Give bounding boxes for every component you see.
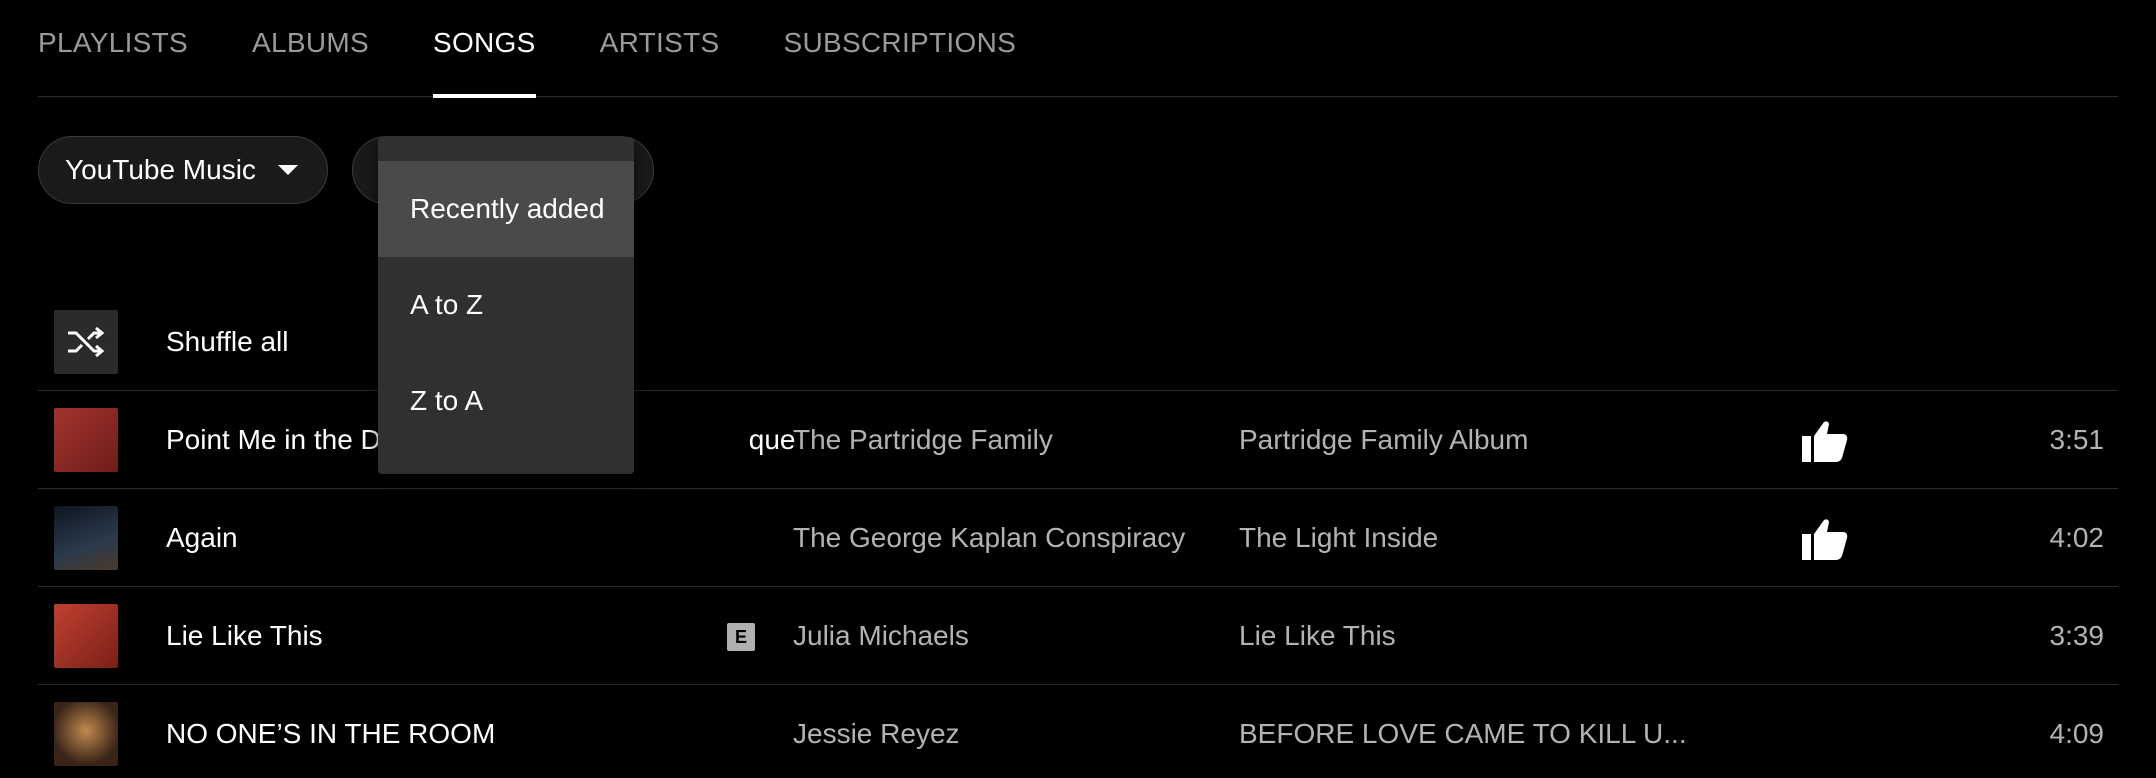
song-artist[interactable]: The George Kaplan Conspiracy (793, 489, 1185, 587)
song-duration: 4:09 (2049, 718, 2105, 749)
chevron-down-icon (277, 165, 298, 175)
album-art[interactable] (54, 702, 118, 766)
explicit-badge: E (727, 623, 755, 651)
song-row[interactable]: NO ONE’S IN THE ROOM Jessie Reyez BEFORE… (38, 685, 2118, 778)
song-album[interactable]: BEFORE LOVE CAME TO KILL U... (1239, 685, 1687, 778)
shuffle-icon[interactable] (54, 310, 118, 374)
song-list: Shuffle all Point Me in the D que The Pa… (38, 293, 2118, 778)
shuffle-all-row[interactable]: Shuffle all (38, 293, 2118, 391)
sort-menu: Recently added A to Z Z to A (378, 137, 634, 474)
song-duration: 4:02 (2049, 522, 2105, 553)
source-filter-label: YouTube Music (65, 154, 256, 185)
album-art[interactable] (54, 506, 118, 570)
thumbs-up-icon[interactable] (1802, 420, 1848, 462)
tab-songs[interactable]: SONGS (432, 0, 536, 98)
song-title[interactable]: Again (166, 489, 238, 587)
song-row[interactable]: Again The George Kaplan Conspiracy The L… (38, 489, 2118, 587)
song-album[interactable]: Lie Like This (1239, 587, 1396, 685)
song-title-text: Point Me in the D (166, 424, 381, 455)
library-tabs: PLAYLISTS ALBUMS SONGS ARTISTS SUBSCRIPT… (38, 0, 2118, 98)
song-album[interactable]: The Light Inside (1239, 489, 1438, 587)
song-artist[interactable]: Julia Michaels (793, 587, 969, 685)
song-album[interactable]: Partridge Family Album (1239, 391, 1528, 489)
source-filter-dropdown[interactable]: YouTube Music (38, 136, 328, 204)
sort-option-recently-added[interactable]: Recently added (378, 161, 634, 257)
sort-option-a-to-z[interactable]: A to Z (378, 257, 634, 353)
sort-option-z-to-a[interactable]: Z to A (378, 353, 634, 449)
song-duration: 3:51 (2049, 424, 2105, 455)
tab-artists[interactable]: ARTISTS (600, 0, 720, 97)
song-row[interactable]: Point Me in the D que The Partridge Fami… (38, 391, 2118, 489)
album-art[interactable] (54, 408, 118, 472)
song-title[interactable]: Lie Like This (166, 587, 323, 685)
song-row[interactable]: Lie Like This E Julia Michaels Lie Like … (38, 587, 2118, 685)
album-art[interactable] (54, 604, 118, 668)
song-title-tail: que (748, 424, 796, 455)
tab-albums[interactable]: ALBUMS (252, 0, 369, 97)
shuffle-all-label[interactable]: Shuffle all (166, 293, 288, 391)
thumbs-up-icon[interactable] (1802, 518, 1848, 560)
song-artist[interactable]: Jessie Reyez (793, 685, 960, 778)
song-duration: 3:39 (2049, 620, 2105, 651)
song-title[interactable]: NO ONE’S IN THE ROOM (166, 685, 495, 778)
song-artist[interactable]: The Partridge Family (793, 391, 1053, 489)
tab-subscriptions[interactable]: SUBSCRIPTIONS (783, 0, 1016, 97)
library-page: PLAYLISTS ALBUMS SONGS ARTISTS SUBSCRIPT… (0, 0, 2156, 778)
tab-playlists[interactable]: PLAYLISTS (38, 0, 188, 97)
